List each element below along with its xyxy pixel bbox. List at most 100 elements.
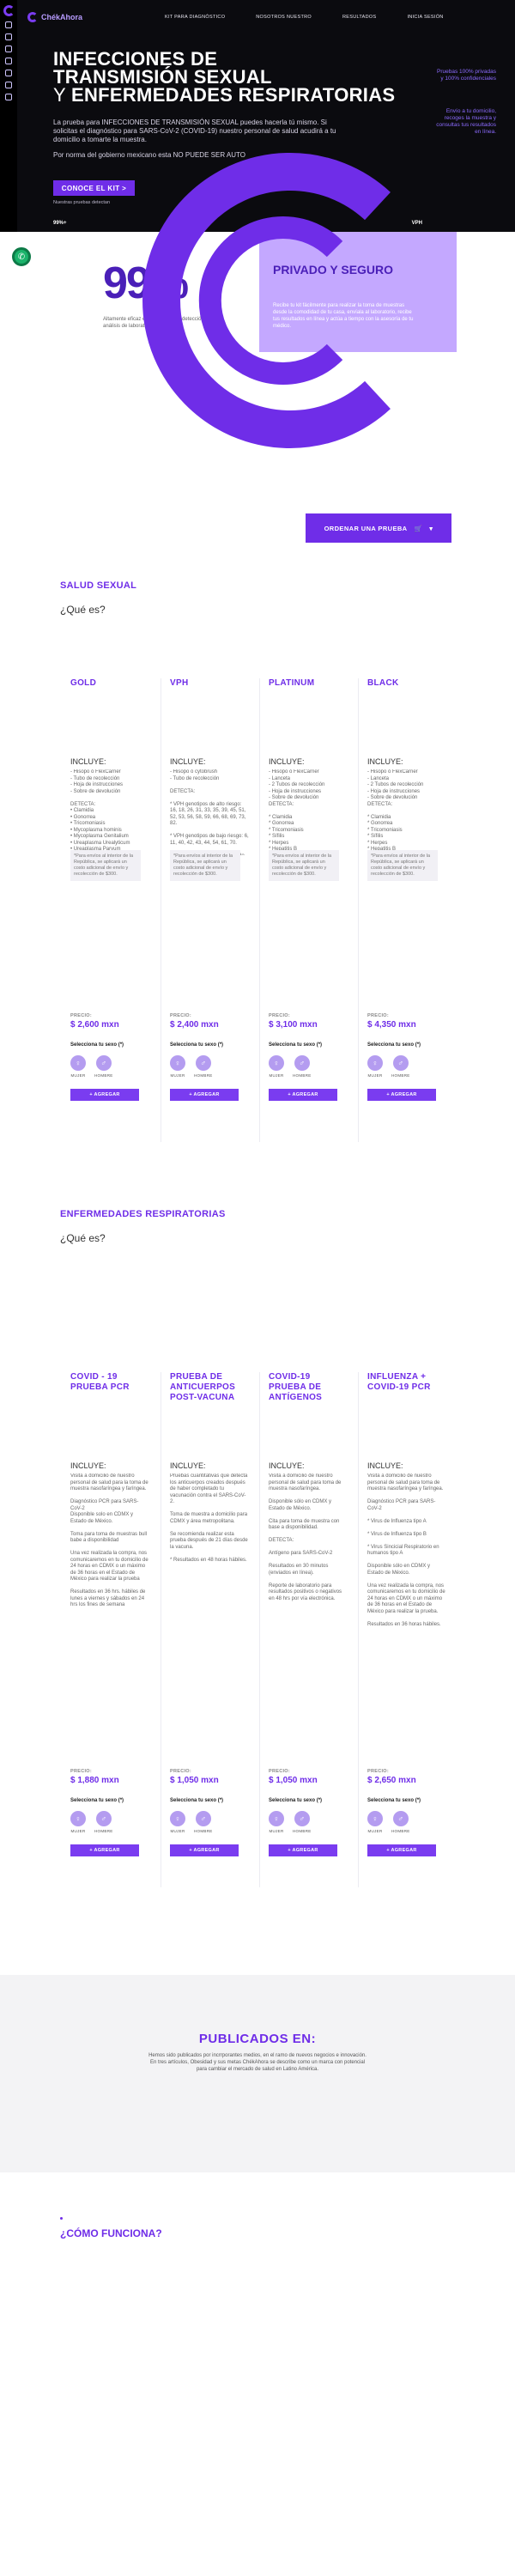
card-shipping-note: *Para envíos al interior de la República…	[170, 850, 240, 881]
hero-title-line-3a: Y	[53, 84, 71, 106]
male-icon[interactable]: ♂	[195, 1055, 211, 1071]
nav-link-kit[interactable]: KIT PARA DIAGNÓSTICO	[165, 15, 225, 20]
female-label: MUJER	[170, 1829, 185, 1833]
linkedin-icon[interactable]	[5, 58, 12, 64]
whatsapp-icon[interactable]: ✆	[12, 247, 31, 266]
sex-option-female[interactable]: ♀ MUJER	[170, 1055, 185, 1078]
nav-link-resultados[interactable]: RESULTADOS	[342, 15, 376, 20]
add-to-cart-button[interactable]: + AGREGAR	[367, 1089, 436, 1101]
add-to-cart-button[interactable]: + AGREGAR	[269, 1089, 337, 1101]
card-shipping-note: *Para envíos al interior de la República…	[70, 850, 141, 881]
female-label: MUJER	[269, 1073, 284, 1078]
male-icon[interactable]: ♂	[195, 1811, 211, 1826]
female-icon[interactable]: ♀	[70, 1811, 86, 1826]
facebook-icon[interactable]	[5, 21, 12, 28]
price-value: $ 1,880 mxn	[70, 1776, 119, 1785]
sex-option-female[interactable]: ♀ MUJER	[367, 1055, 383, 1078]
sex-options: ♀ MUJER ♂ HOMBRE	[170, 1811, 213, 1833]
male-icon[interactable]: ♂	[95, 1811, 112, 1826]
male-icon[interactable]: ♂	[294, 1811, 310, 1826]
sex-select-label: Selecciona tu sexo (*)	[170, 1042, 224, 1048]
add-to-cart-button[interactable]: + AGREGAR	[170, 1089, 239, 1101]
card-includes-label: INCLUYE:	[170, 757, 206, 766]
youtube-icon[interactable]	[5, 70, 12, 76]
female-icon[interactable]: ♀	[367, 1055, 383, 1071]
hero-description: La prueba para INFECCIONES DE TRANSMISIÓ…	[53, 118, 336, 143]
sex-select-label: Selecciona tu sexo (*)	[367, 1042, 421, 1048]
card-includes-label: INCLUYE:	[367, 1461, 403, 1470]
privacy-panel-title: PRIVADO Y SEGURO	[273, 263, 394, 276]
mail-icon[interactable]	[5, 82, 12, 88]
sex-option-male[interactable]: ♂ HOMBRE	[94, 1055, 113, 1078]
female-icon[interactable]: ♀	[269, 1811, 284, 1826]
hero-section: ChékAhora KIT PARA DIAGNÓSTICO NOSOTROS …	[0, 0, 515, 232]
product-card: COVID - 19 PRUEBA PCR INCLUYE: Visita a do…	[62, 1372, 161, 1887]
male-label: HOMBRE	[94, 1073, 113, 1078]
sex-option-male[interactable]: ♂ HOMBRE	[94, 1811, 113, 1833]
salud-cards: GOLD INCLUYE: - Hisopo ó FlexCarrier - Tub…	[62, 678, 457, 1142]
product-card: COVID-19 PRUEBA DE ANTÍGENOS INCLUYE: Visi…	[259, 1372, 358, 1887]
sex-options: ♀ MUJER ♂ HOMBRE	[70, 1055, 113, 1078]
sex-option-male[interactable]: ♂ HOMBRE	[391, 1811, 410, 1833]
price-label: PRECIO:	[70, 1769, 93, 1774]
female-icon[interactable]: ♀	[367, 1811, 383, 1826]
sex-option-female[interactable]: ♀ MUJER	[70, 1055, 86, 1078]
conoce-kit-button[interactable]: CONOCE EL KIT >	[53, 180, 135, 196]
add-to-cart-button[interactable]: + AGREGAR	[170, 1844, 239, 1856]
male-icon[interactable]: ♂	[392, 1055, 409, 1071]
female-icon[interactable]: ♀	[70, 1055, 86, 1071]
add-to-cart-button[interactable]: + AGREGAR	[70, 1089, 139, 1101]
sex-option-male[interactable]: ♂ HOMBRE	[293, 1055, 312, 1078]
product-card: BLACK INCLUYE: - Hisopo ó FlexCarrier - La…	[358, 678, 457, 1142]
sex-option-female[interactable]: ♀ MUJER	[269, 1811, 284, 1833]
sex-option-male[interactable]: ♂ HOMBRE	[391, 1055, 410, 1078]
price-value: $ 2,600 mxn	[70, 1020, 119, 1030]
sex-option-male[interactable]: ♂ HOMBRE	[194, 1055, 213, 1078]
add-to-cart-button[interactable]: + AGREGAR	[269, 1844, 337, 1856]
instagram-icon[interactable]	[5, 33, 12, 40]
card-details: Visita a domicilio de nuestro personal d…	[269, 1473, 342, 1601]
sex-option-female[interactable]: ♀ MUJER	[170, 1811, 185, 1833]
stat-left: 99%+	[53, 221, 67, 226]
card-includes-label: INCLUYE:	[170, 1461, 206, 1470]
male-icon[interactable]: ♂	[95, 1055, 112, 1071]
privacy-note: Pruebas 100% privadas y 100% confidencia…	[436, 69, 496, 82]
sex-option-female[interactable]: ♀ MUJER	[70, 1811, 86, 1833]
brand-logo[interactable]: ChékAhora	[27, 12, 156, 22]
how-dot	[60, 2217, 63, 2220]
card-details: - Hisopo ó FlexCarrier - Tubo de recolec…	[70, 769, 130, 852]
female-icon[interactable]: ♀	[269, 1055, 284, 1071]
sex-option-female[interactable]: ♀ MUJER	[269, 1055, 284, 1078]
order-test-button[interactable]: ORDENAR UNA PRUEBA 🛒 ▾	[306, 513, 451, 543]
accuracy-percent: 99%	[103, 258, 189, 308]
twitter-icon[interactable]	[5, 46, 12, 52]
male-icon[interactable]: ♂	[392, 1811, 409, 1826]
nav-link-nosotros[interactable]: NOSOTROS NUESTRO	[256, 15, 312, 20]
sex-select-label: Selecciona tu sexo (*)	[269, 1798, 323, 1803]
card-includes-label: INCLUYE:	[70, 1461, 106, 1470]
price-label: PRECIO:	[170, 1769, 192, 1774]
sex-option-male[interactable]: ♂ HOMBRE	[194, 1811, 213, 1833]
female-label: MUJER	[170, 1073, 185, 1078]
card-title: COVID - 19 PRUEBA PCR	[70, 1372, 130, 1392]
female-icon[interactable]: ♀	[170, 1811, 185, 1826]
card-details: - Hisopo ó FlexCarrier - Lanceta - 2 Tub…	[269, 769, 325, 855]
card-title: COVID-19 PRUEBA DE ANTÍGENOS	[269, 1372, 323, 1402]
female-icon[interactable]: ♀	[170, 1055, 185, 1071]
add-to-cart-button[interactable]: + AGREGAR	[367, 1844, 436, 1856]
section-title-resp: ENFERMEDADES RESPIRATORIAS	[60, 1209, 226, 1219]
female-label: MUJER	[70, 1829, 86, 1833]
male-label: HOMBRE	[94, 1829, 113, 1833]
hero-title-line-1: INFECCIONES DE	[53, 48, 218, 70]
hero-title-line-2: TRANSMISIÓN SEXUAL	[53, 66, 272, 88]
logo-icon[interactable]	[3, 5, 15, 16]
cart-icon[interactable]	[5, 94, 12, 100]
sex-option-female[interactable]: ♀ MUJER	[367, 1811, 383, 1833]
male-label: HOMBRE	[194, 1829, 213, 1833]
add-to-cart-button[interactable]: + AGREGAR	[70, 1844, 139, 1856]
male-icon[interactable]: ♂	[294, 1055, 310, 1071]
sex-option-male[interactable]: ♂ HOMBRE	[293, 1811, 312, 1833]
sex-options: ♀ MUJER ♂ HOMBRE	[367, 1055, 410, 1078]
sex-options: ♀ MUJER ♂ HOMBRE	[269, 1055, 312, 1078]
nav-link-login[interactable]: INICIA SESIÓN	[407, 15, 443, 20]
